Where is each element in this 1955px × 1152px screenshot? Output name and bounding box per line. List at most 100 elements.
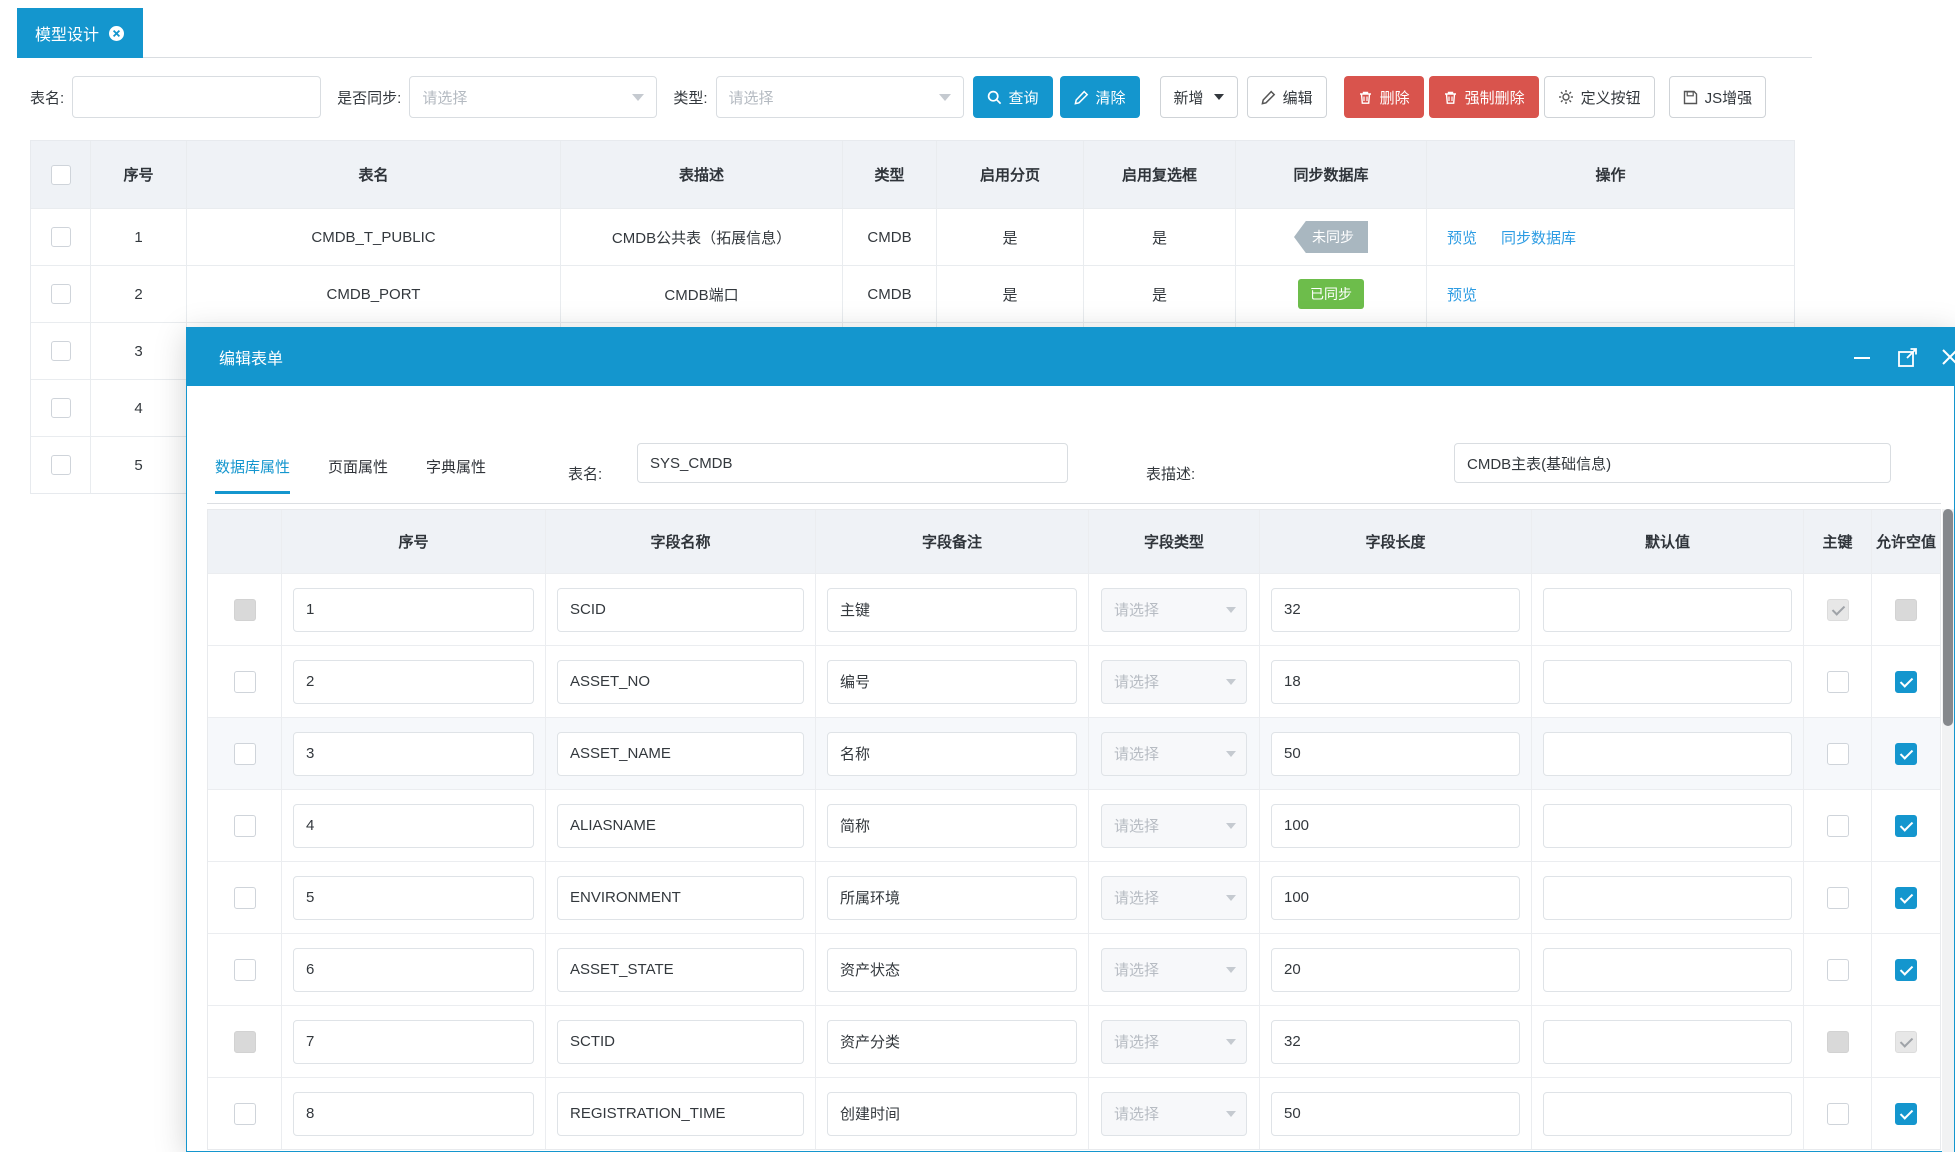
nullable-checkbox[interactable]: [1895, 671, 1917, 693]
row-select-checkbox[interactable]: [51, 398, 71, 418]
pk-checkbox[interactable]: [1827, 1103, 1849, 1125]
force-delete-button[interactable]: 强制删除: [1429, 76, 1539, 118]
field-no-input[interactable]: [293, 1020, 534, 1064]
field-length-input[interactable]: [1271, 948, 1520, 992]
pk-checkbox[interactable]: [1827, 959, 1849, 981]
pk-checkbox[interactable]: [1827, 887, 1849, 909]
field-no-input[interactable]: [293, 804, 534, 848]
field-type-select[interactable]: 请选择: [1101, 1092, 1247, 1136]
field-remark-input[interactable]: [827, 804, 1077, 848]
action-link[interactable]: 同步数据库: [1501, 227, 1576, 248]
nullable-checkbox[interactable]: [1895, 1031, 1917, 1053]
tab-dict-props[interactable]: 字典属性: [426, 456, 486, 494]
row-select-checkbox[interactable]: [51, 341, 71, 361]
field-remark-input[interactable]: [827, 876, 1077, 920]
field-name-input[interactable]: [557, 948, 804, 992]
pk-checkbox[interactable]: [1827, 815, 1849, 837]
field-default-input[interactable]: [1543, 1020, 1792, 1064]
nullable-checkbox[interactable]: [1895, 815, 1917, 837]
minimize-icon[interactable]: [1847, 328, 1877, 386]
scrollbar-thumb[interactable]: [1943, 509, 1953, 726]
field-no-input[interactable]: [293, 876, 534, 920]
row-select-checkbox[interactable]: [234, 1031, 256, 1053]
add-button[interactable]: 新增: [1160, 76, 1238, 118]
field-default-input[interactable]: [1543, 588, 1792, 632]
field-remark-input[interactable]: [827, 732, 1077, 776]
field-type-select[interactable]: 请选择: [1101, 660, 1247, 704]
field-remark-input[interactable]: [827, 660, 1077, 704]
row-select-checkbox[interactable]: [234, 743, 256, 765]
select-all-checkbox[interactable]: [51, 165, 71, 185]
field-type-select[interactable]: 请选择: [1101, 804, 1247, 848]
field-no-input[interactable]: [293, 660, 534, 704]
field-length-input[interactable]: [1271, 660, 1520, 704]
form-table-name-input[interactable]: [637, 443, 1068, 483]
tab-database-props[interactable]: 数据库属性: [215, 456, 290, 494]
close-icon[interactable]: [1935, 328, 1955, 386]
row-select-checkbox[interactable]: [51, 455, 71, 475]
action-link[interactable]: 预览: [1447, 227, 1477, 248]
tab-model-design[interactable]: 模型设计: [17, 8, 143, 58]
row-select-checkbox[interactable]: [234, 815, 256, 837]
field-name-input[interactable]: [557, 732, 804, 776]
form-table-desc-input[interactable]: [1454, 443, 1891, 483]
clear-button[interactable]: 清除: [1060, 76, 1140, 118]
field-default-input[interactable]: [1543, 948, 1792, 992]
field-default-input[interactable]: [1543, 804, 1792, 848]
nullable-checkbox[interactable]: [1895, 887, 1917, 909]
field-length-input[interactable]: [1271, 804, 1520, 848]
field-type-select[interactable]: 请选择: [1101, 948, 1247, 992]
field-length-input[interactable]: [1271, 588, 1520, 632]
row-select-checkbox[interactable]: [234, 887, 256, 909]
field-name-input[interactable]: [557, 804, 804, 848]
pk-checkbox[interactable]: [1827, 743, 1849, 765]
row-select-checkbox[interactable]: [51, 227, 71, 247]
field-default-input[interactable]: [1543, 876, 1792, 920]
row-select-checkbox[interactable]: [234, 671, 256, 693]
field-type-select[interactable]: 请选择: [1101, 876, 1247, 920]
vertical-scrollbar[interactable]: [1942, 509, 1954, 1152]
field-no-input[interactable]: [293, 732, 534, 776]
field-remark-input[interactable]: [827, 1020, 1077, 1064]
delete-button[interactable]: 删除: [1344, 76, 1424, 118]
nullable-checkbox[interactable]: [1895, 743, 1917, 765]
pk-checkbox[interactable]: [1827, 599, 1849, 621]
row-select-checkbox[interactable]: [51, 284, 71, 304]
field-no-input[interactable]: [293, 588, 534, 632]
tab-close-icon[interactable]: [108, 25, 125, 42]
table-name-input[interactable]: [72, 76, 321, 118]
field-name-input[interactable]: [557, 1092, 804, 1136]
field-remark-input[interactable]: [827, 948, 1077, 992]
edit-button[interactable]: 编辑: [1247, 76, 1327, 118]
field-default-input[interactable]: [1543, 1092, 1792, 1136]
field-name-input[interactable]: [557, 588, 804, 632]
field-length-input[interactable]: [1271, 1020, 1520, 1064]
action-link[interactable]: 预览: [1447, 284, 1477, 305]
define-button-button[interactable]: 定义按钮: [1544, 76, 1655, 118]
field-default-input[interactable]: [1543, 660, 1792, 704]
row-select-checkbox[interactable]: [234, 599, 256, 621]
js-enhance-button[interactable]: JS增强: [1669, 76, 1767, 118]
field-length-input[interactable]: [1271, 732, 1520, 776]
query-button[interactable]: 查询: [973, 76, 1053, 118]
field-default-input[interactable]: [1543, 732, 1792, 776]
maximize-icon[interactable]: [1893, 328, 1923, 386]
field-no-input[interactable]: [293, 948, 534, 992]
pk-checkbox[interactable]: [1827, 1031, 1849, 1053]
field-remark-input[interactable]: [827, 588, 1077, 632]
field-type-select[interactable]: 请选择: [1101, 732, 1247, 776]
nullable-checkbox[interactable]: [1895, 599, 1917, 621]
field-no-input[interactable]: [293, 1092, 534, 1136]
field-type-select[interactable]: 请选择: [1101, 1020, 1247, 1064]
field-length-input[interactable]: [1271, 1092, 1520, 1136]
field-type-select[interactable]: 请选择: [1101, 588, 1247, 632]
field-name-input[interactable]: [557, 876, 804, 920]
nullable-checkbox[interactable]: [1895, 959, 1917, 981]
field-length-input[interactable]: [1271, 876, 1520, 920]
field-remark-input[interactable]: [827, 1092, 1077, 1136]
pk-checkbox[interactable]: [1827, 671, 1849, 693]
field-name-input[interactable]: [557, 1020, 804, 1064]
field-name-input[interactable]: [557, 660, 804, 704]
sync-filter-select[interactable]: 请选择: [409, 76, 657, 118]
row-select-checkbox[interactable]: [234, 959, 256, 981]
